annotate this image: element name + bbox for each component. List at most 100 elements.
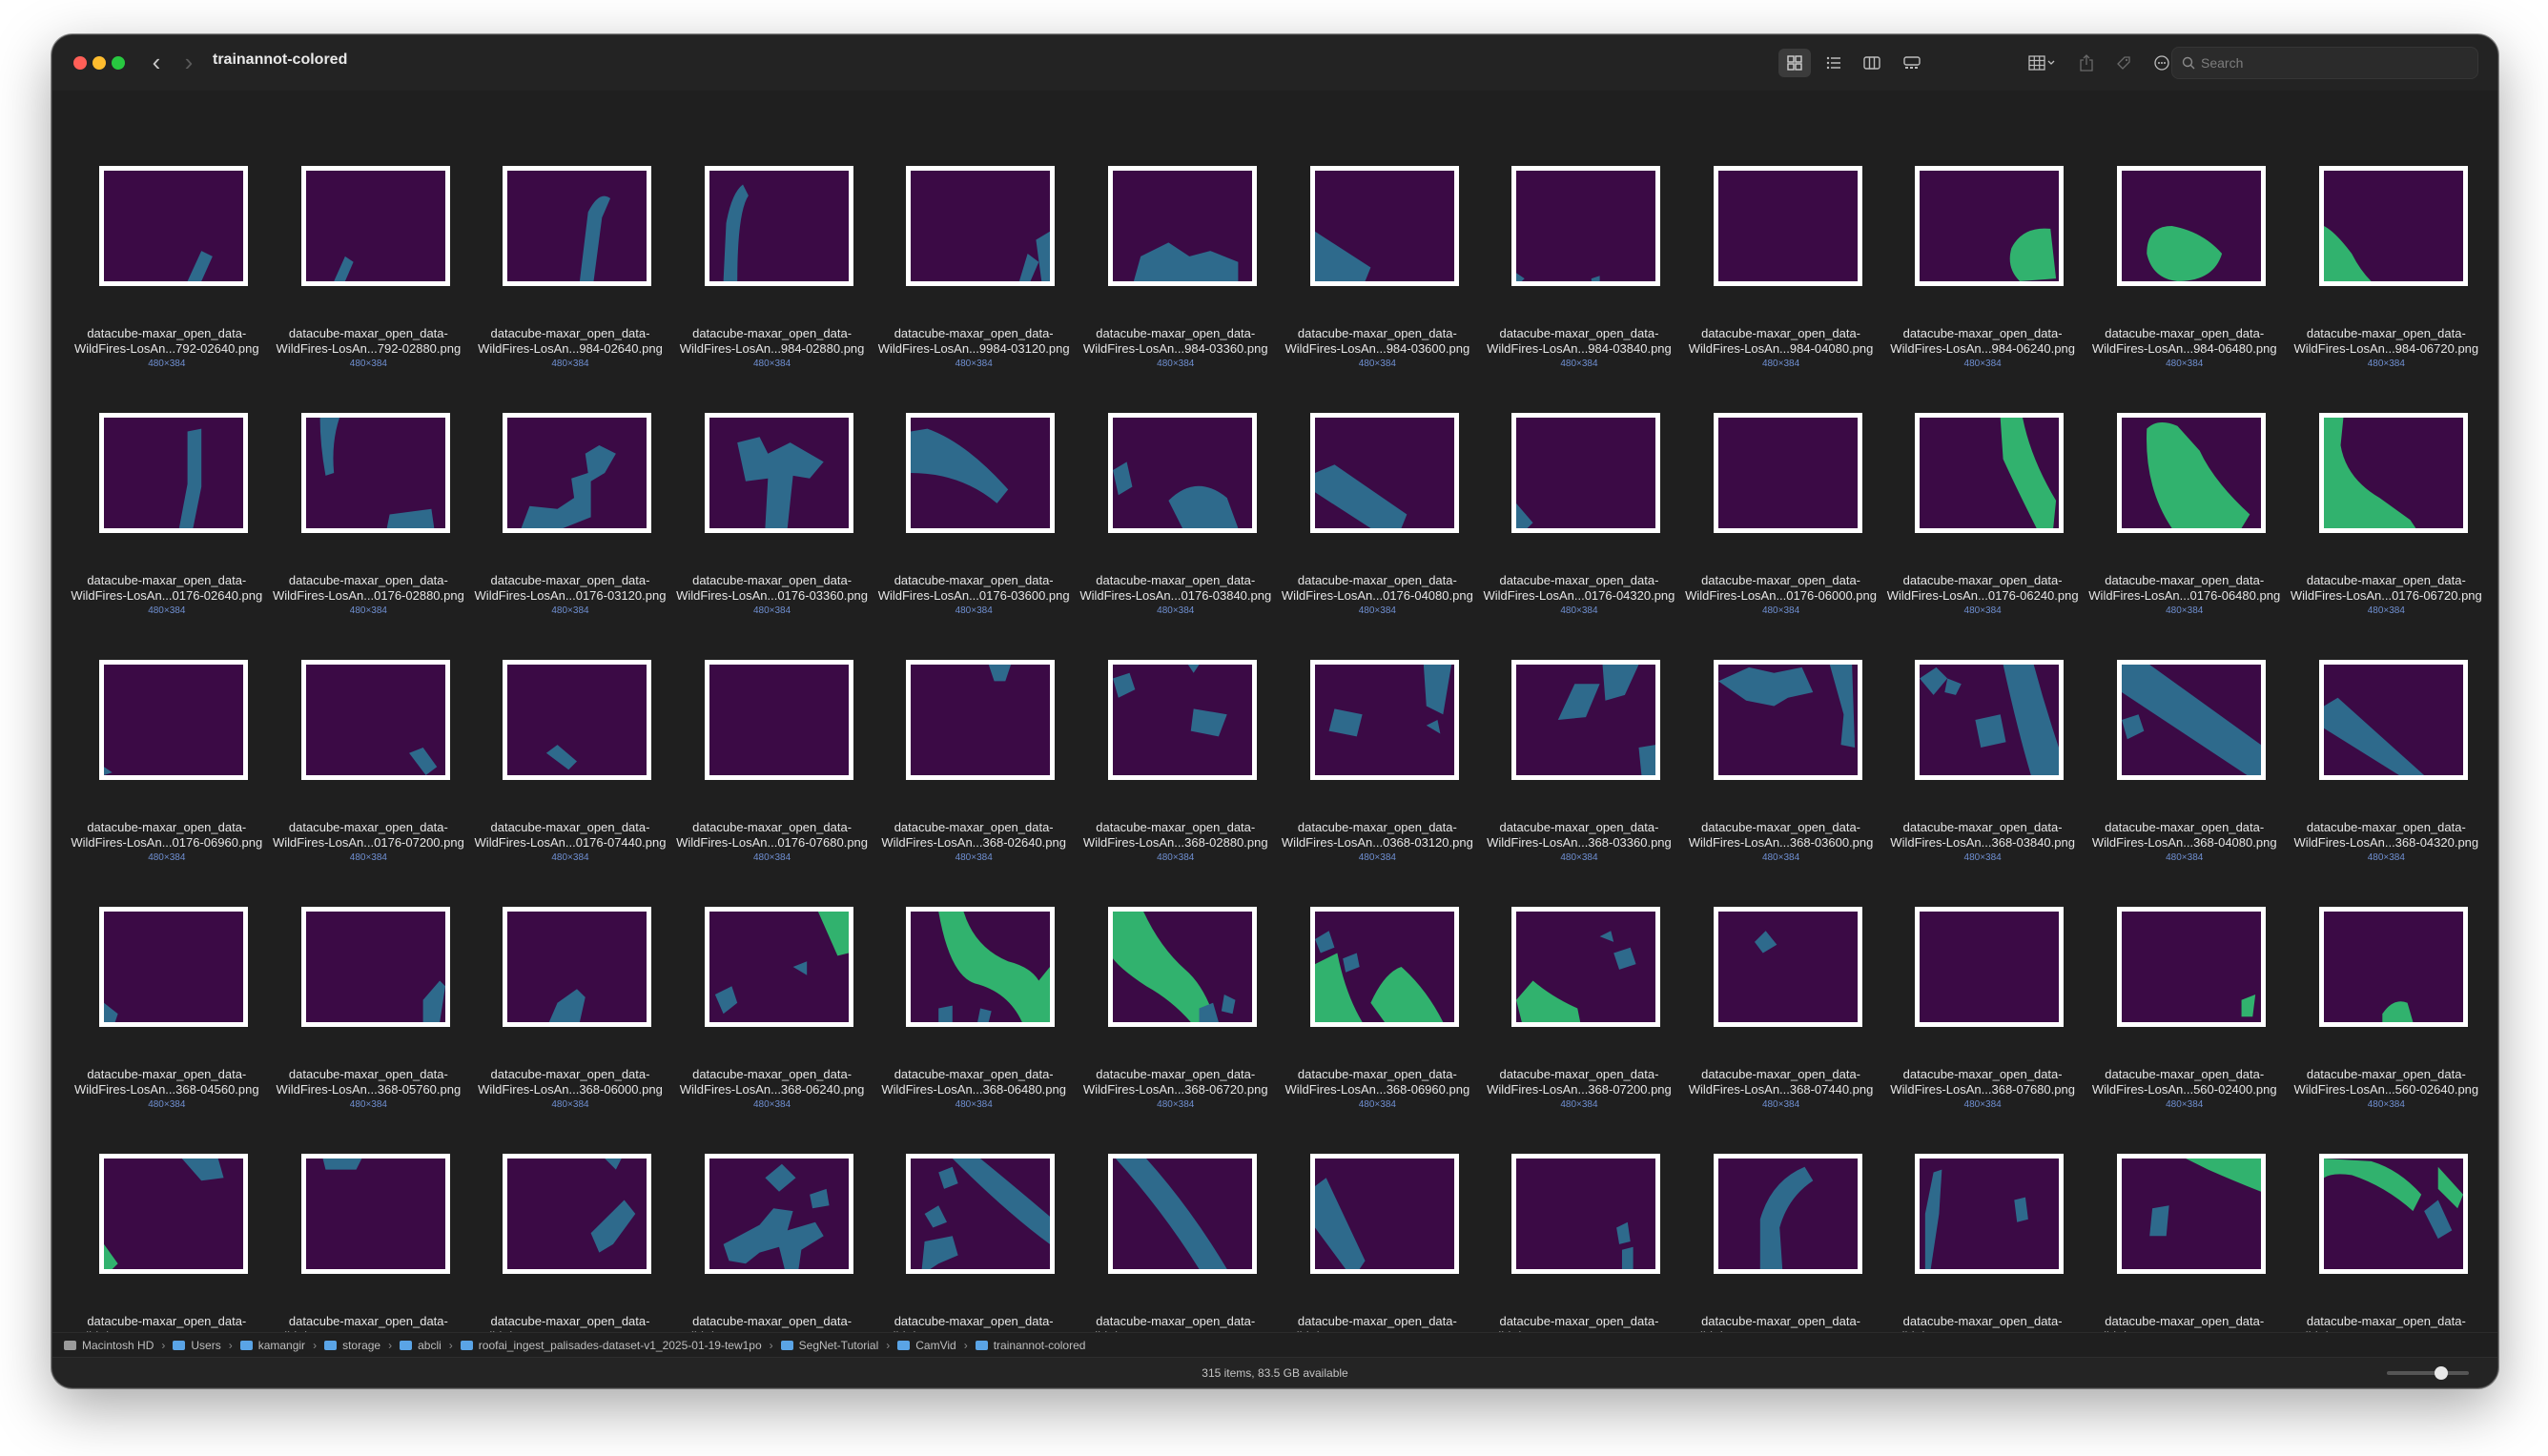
file-thumbnail[interactable] — [1915, 1154, 2065, 1274]
file-item[interactable]: datacube-maxar_open_data-WildFires-LosAn… — [1881, 835, 2084, 1110]
file-item[interactable]: datacube-maxar_open_data-WildFires-LosAn… — [1277, 835, 1479, 1110]
group-button[interactable] — [2023, 49, 2061, 77]
file-thumbnail[interactable] — [2318, 1154, 2468, 1274]
file-thumbnail[interactable] — [503, 907, 652, 1027]
file-thumbnail[interactable] — [300, 907, 450, 1027]
file-thumbnail[interactable] — [2318, 907, 2468, 1027]
file-item[interactable]: datacube-maxar_open_data-WildFires-LosAn… — [2286, 341, 2488, 616]
file-item[interactable]: datacube-maxar_open_data-WildFires-LosAn… — [1277, 94, 1479, 369]
file-item[interactable]: datacube-maxar_open_data-WildFires-LosAn… — [1680, 1082, 1882, 1357]
file-thumbnail[interactable] — [2116, 413, 2266, 533]
file-thumbnail[interactable] — [1309, 413, 1459, 533]
file-thumbnail[interactable] — [1713, 660, 1862, 780]
icon-size-slider[interactable] — [2387, 1366, 2469, 1380]
file-thumbnail[interactable] — [1309, 166, 1459, 286]
close-button[interactable] — [73, 56, 87, 70]
file-item[interactable]: datacube-maxar_open_data-WildFires-LosAn… — [873, 1082, 1075, 1357]
file-thumbnail[interactable] — [2116, 166, 2266, 286]
file-thumbnail[interactable] — [2318, 660, 2468, 780]
file-thumbnail[interactable] — [1713, 166, 1862, 286]
file-item[interactable]: datacube-maxar_open_data-WildFires-LosAn… — [2084, 94, 2286, 369]
file-item[interactable]: datacube-maxar_open_data-WildFires-LosAn… — [2286, 1082, 2488, 1357]
zoom-button[interactable] — [112, 56, 125, 70]
file-thumbnail[interactable] — [300, 660, 450, 780]
file-thumbnail[interactable] — [1309, 660, 1459, 780]
file-item[interactable]: datacube-maxar_open_data-WildFires-LosAn… — [1478, 1082, 1680, 1357]
file-thumbnail[interactable] — [1915, 660, 2065, 780]
file-thumbnail[interactable] — [1309, 1154, 1459, 1274]
file-thumbnail[interactable] — [1107, 1154, 1257, 1274]
file-item[interactable]: datacube-maxar_open_data-WildFires-LosAn… — [268, 588, 470, 863]
file-item[interactable]: datacube-maxar_open_data-WildFires-LosAn… — [66, 1082, 268, 1357]
file-thumbnail[interactable] — [906, 413, 1056, 533]
file-thumbnail[interactable] — [2318, 166, 2468, 286]
file-thumbnail[interactable] — [503, 166, 652, 286]
file-item[interactable]: datacube-maxar_open_data-WildFires-LosAn… — [1680, 94, 1882, 369]
file-item[interactable]: datacube-maxar_open_data-WildFires-LosAn… — [1881, 341, 2084, 616]
file-item[interactable]: datacube-maxar_open_data-WildFires-LosAn… — [1075, 94, 1277, 369]
file-item[interactable]: datacube-maxar_open_data-WildFires-LosAn… — [469, 1082, 671, 1357]
file-thumbnail[interactable] — [99, 1154, 248, 1274]
file-thumbnail[interactable] — [99, 413, 248, 533]
file-item[interactable]: datacube-maxar_open_data-WildFires-LosAn… — [1680, 835, 1882, 1110]
file-item[interactable]: datacube-maxar_open_data-WildFires-LosAn… — [1680, 341, 1882, 616]
file-item[interactable]: datacube-maxar_open_data-WildFires-LosAn… — [671, 1082, 873, 1357]
path-item-folder[interactable]: Users — [173, 1339, 221, 1352]
file-item[interactable]: datacube-maxar_open_data-WildFires-LosAn… — [2286, 588, 2488, 863]
file-thumbnail[interactable] — [1107, 166, 1257, 286]
file-thumbnail[interactable] — [503, 660, 652, 780]
path-item-folder[interactable]: storage — [324, 1339, 380, 1352]
gallery-view-button[interactable] — [1898, 49, 1926, 77]
file-item[interactable]: datacube-maxar_open_data-WildFires-LosAn… — [66, 588, 268, 863]
forward-button[interactable]: › — [175, 49, 203, 77]
file-item[interactable]: datacube-maxar_open_data-WildFires-LosAn… — [1277, 1082, 1479, 1357]
file-thumbnail[interactable] — [503, 1154, 652, 1274]
file-thumbnail[interactable] — [99, 660, 248, 780]
file-item[interactable]: datacube-maxar_open_data-WildFires-LosAn… — [1277, 588, 1479, 863]
file-item[interactable]: datacube-maxar_open_data-WildFires-LosAn… — [469, 835, 671, 1110]
share-button[interactable] — [2074, 49, 2099, 77]
file-thumbnail[interactable] — [2318, 413, 2468, 533]
file-thumbnail[interactable] — [704, 660, 853, 780]
file-thumbnail[interactable] — [2116, 907, 2266, 1027]
file-item[interactable]: datacube-maxar_open_data-WildFires-LosAn… — [469, 341, 671, 616]
file-thumbnail[interactable] — [300, 413, 450, 533]
slider-knob[interactable] — [2435, 1366, 2448, 1380]
file-item[interactable]: datacube-maxar_open_data-WildFires-LosAn… — [873, 835, 1075, 1110]
path-item-folder[interactable]: abcli — [400, 1339, 442, 1352]
file-item[interactable]: datacube-maxar_open_data-WildFires-LosAn… — [2084, 835, 2286, 1110]
file-item[interactable]: datacube-maxar_open_data-WildFires-LosAn… — [671, 94, 873, 369]
file-thumbnail[interactable] — [1511, 413, 1661, 533]
file-thumbnail[interactable] — [99, 907, 248, 1027]
file-item[interactable]: datacube-maxar_open_data-WildFires-LosAn… — [66, 835, 268, 1110]
file-thumbnail[interactable] — [1107, 413, 1257, 533]
file-item[interactable]: datacube-maxar_open_data-WildFires-LosAn… — [2084, 588, 2286, 863]
file-thumbnail[interactable] — [1713, 1154, 1862, 1274]
file-item[interactable]: datacube-maxar_open_data-WildFires-LosAn… — [1075, 588, 1277, 863]
file-thumbnail[interactable] — [300, 166, 450, 286]
file-thumbnail[interactable] — [1915, 413, 2065, 533]
file-thumbnail[interactable] — [1511, 166, 1661, 286]
file-item[interactable]: datacube-maxar_open_data-WildFires-LosAn… — [671, 835, 873, 1110]
file-thumbnail[interactable] — [1511, 1154, 1661, 1274]
file-item[interactable]: datacube-maxar_open_data-WildFires-LosAn… — [873, 94, 1075, 369]
file-item[interactable]: datacube-maxar_open_data-WildFires-LosAn… — [671, 588, 873, 863]
path-item-folder[interactable]: SegNet-Tutorial — [780, 1339, 878, 1352]
file-thumbnail[interactable] — [1107, 660, 1257, 780]
path-item-folder[interactable]: CamVid — [897, 1339, 956, 1352]
file-item[interactable]: datacube-maxar_open_data-WildFires-LosAn… — [2286, 94, 2488, 369]
file-item[interactable]: datacube-maxar_open_data-WildFires-LosAn… — [1075, 835, 1277, 1110]
column-view-button[interactable] — [1858, 49, 1886, 77]
file-thumbnail[interactable] — [1107, 907, 1257, 1027]
file-thumbnail[interactable] — [704, 413, 853, 533]
file-item[interactable]: datacube-maxar_open_data-WildFires-LosAn… — [268, 835, 470, 1110]
minimize-button[interactable] — [92, 56, 106, 70]
file-item[interactable]: datacube-maxar_open_data-WildFires-LosAn… — [2286, 835, 2488, 1110]
file-thumbnail[interactable] — [1511, 907, 1661, 1027]
file-thumbnail[interactable] — [1713, 413, 1862, 533]
file-item[interactable]: datacube-maxar_open_data-WildFires-LosAn… — [873, 588, 1075, 863]
file-item[interactable]: datacube-maxar_open_data-WildFires-LosAn… — [1478, 341, 1680, 616]
file-item[interactable]: datacube-maxar_open_data-WildFires-LosAn… — [1075, 1082, 1277, 1357]
file-thumbnail[interactable] — [99, 166, 248, 286]
search-field[interactable]: Search — [2171, 47, 2478, 79]
